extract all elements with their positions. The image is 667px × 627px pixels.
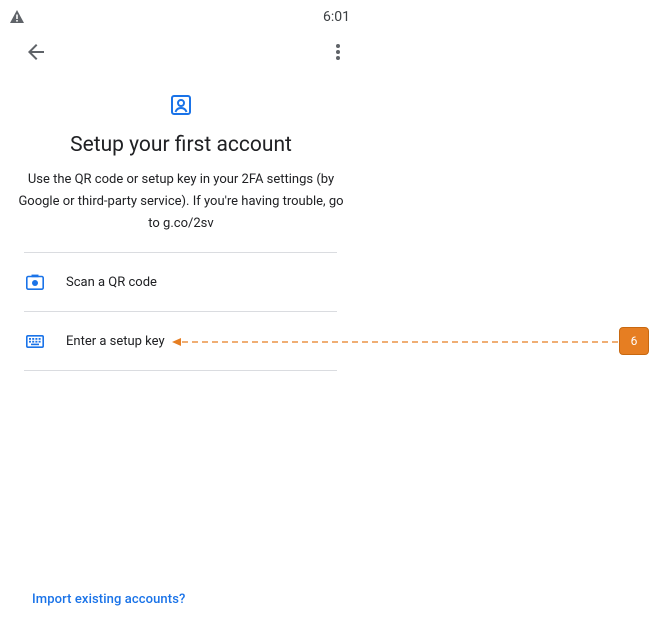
annotation-badge: 6 [619, 327, 649, 355]
annotation-pointer [172, 338, 619, 346]
